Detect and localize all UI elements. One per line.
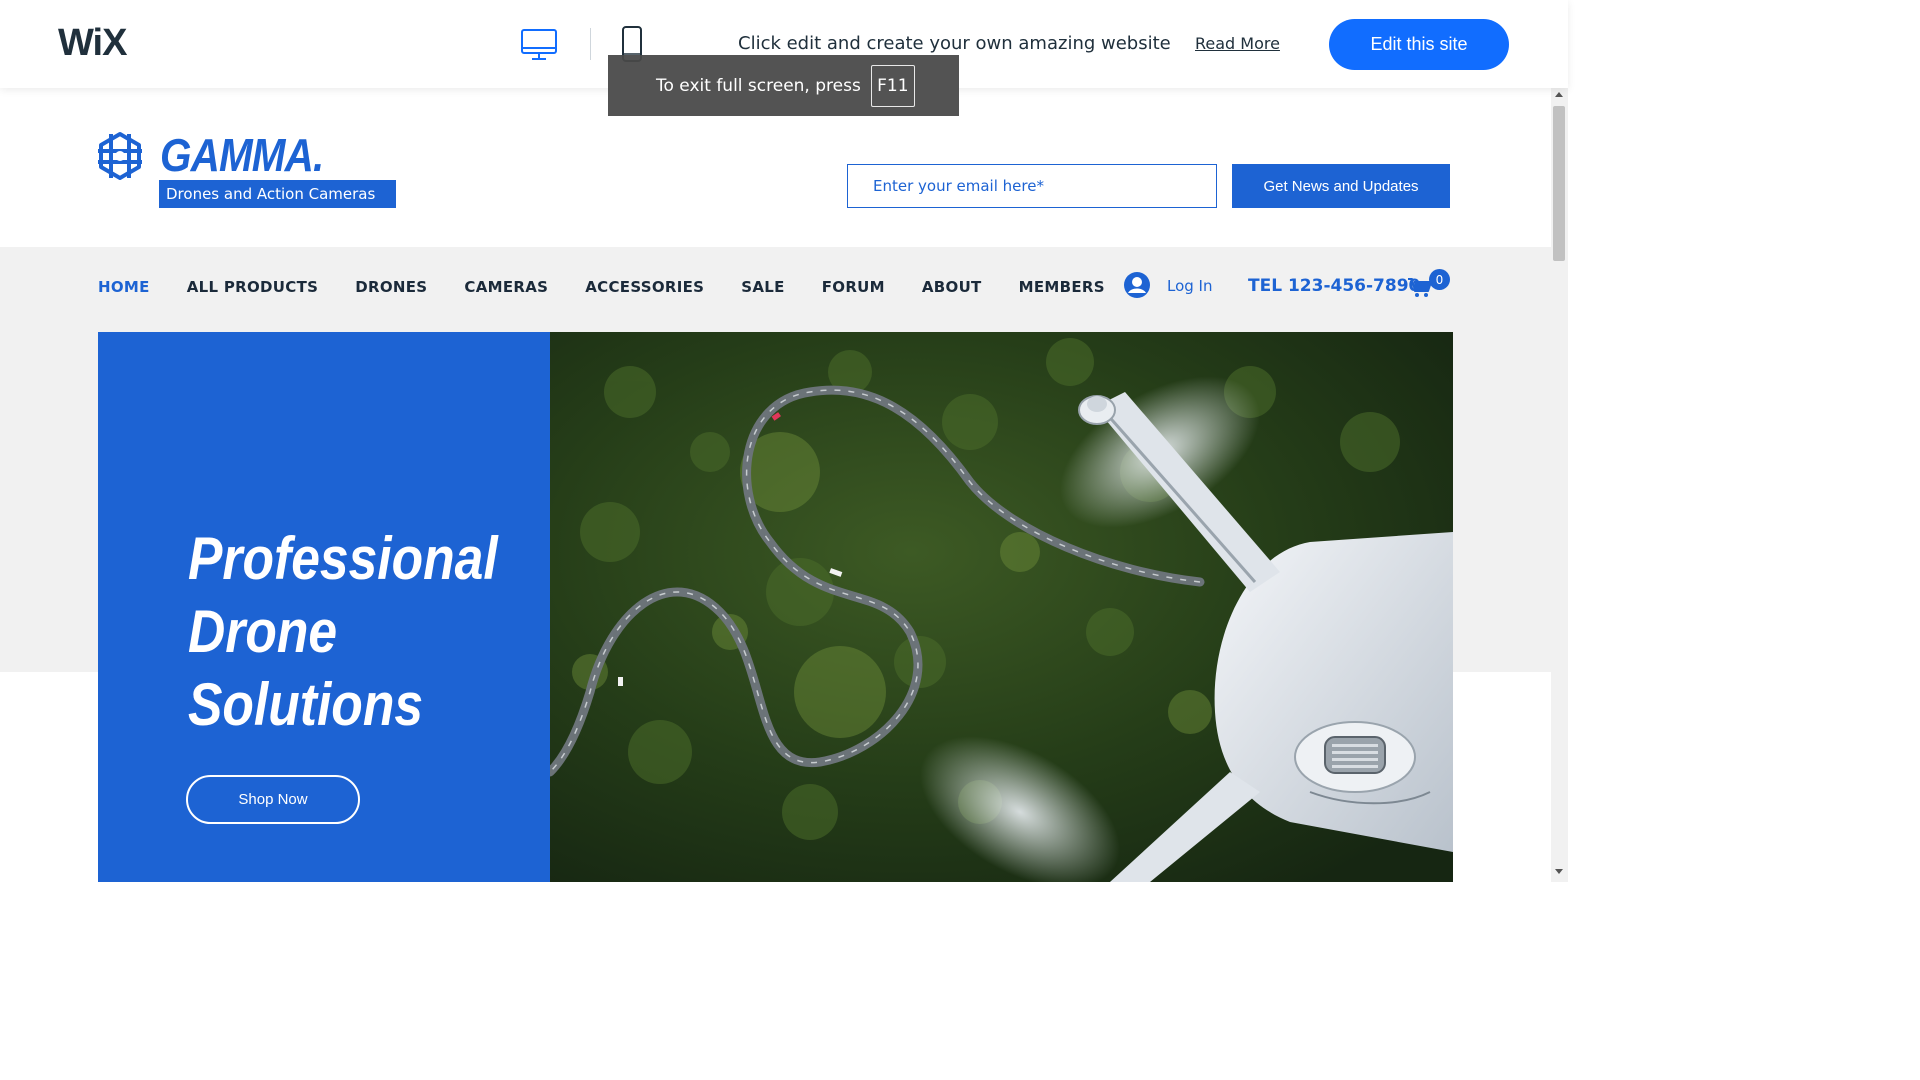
- nav-item-sale[interactable]: SALE: [741, 278, 784, 296]
- brand-tagline: Drones and Action Cameras: [159, 180, 396, 208]
- fullscreen-toast: To exit full screen, press F11: [608, 55, 959, 116]
- cart-count-badge: 0: [1429, 269, 1450, 290]
- wix-promo-message: Click edit and create your own amazing w…: [738, 33, 1171, 54]
- hero-title: Professional Drone Solutions: [188, 522, 498, 741]
- main-nav: HOME ALL PRODUCTS DRONES CAMERAS ACCESSO…: [98, 278, 1142, 296]
- subscribe-button[interactable]: Get News and Updates: [1232, 164, 1450, 208]
- scroll-down-arrow-icon[interactable]: [1555, 869, 1563, 874]
- login-link[interactable]: Log In: [1167, 277, 1213, 295]
- hero-drone-image: [550, 332, 1453, 882]
- hero-title-line: Drone: [188, 598, 338, 665]
- phone-number: TEL 123-456-7890: [1248, 276, 1421, 296]
- shop-now-button[interactable]: Shop Now: [186, 775, 360, 824]
- desktop-icon[interactable]: [520, 27, 558, 63]
- edit-site-button[interactable]: Edit this site: [1329, 19, 1509, 70]
- nav-item-about[interactable]: ABOUT: [922, 278, 982, 296]
- email-input[interactable]: [847, 164, 1217, 208]
- fullscreen-toast-text: To exit full screen, press: [656, 75, 861, 96]
- gamma-logo-icon[interactable]: [95, 131, 145, 181]
- scroll-up-arrow-icon[interactable]: [1555, 92, 1563, 97]
- nav-item-drones[interactable]: DRONES: [355, 278, 427, 296]
- nav-item-home[interactable]: HOME: [98, 278, 150, 296]
- hero-title-line: Professional: [188, 525, 498, 592]
- wix-logo[interactable]: WiX: [58, 22, 127, 65]
- nav-item-accessories[interactable]: ACCESSORIES: [585, 278, 704, 296]
- nav-item-forum[interactable]: FORUM: [822, 278, 885, 296]
- fullscreen-key-badge: F11: [870, 64, 915, 107]
- nav-item-members[interactable]: MEMBERS: [1019, 278, 1105, 296]
- page-scrollbar[interactable]: [1551, 88, 1568, 882]
- hero-title-line: Solutions: [188, 671, 424, 738]
- nav-item-all-products[interactable]: ALL PRODUCTS: [187, 278, 319, 296]
- scroll-thumb[interactable]: [1553, 106, 1565, 261]
- read-more-link[interactable]: Read More: [1195, 34, 1280, 53]
- user-avatar-icon[interactable]: [1123, 271, 1151, 299]
- brand-name[interactable]: GAMMA.: [160, 128, 324, 182]
- device-separator: [590, 28, 591, 60]
- nav-item-cameras[interactable]: CAMERAS: [464, 278, 548, 296]
